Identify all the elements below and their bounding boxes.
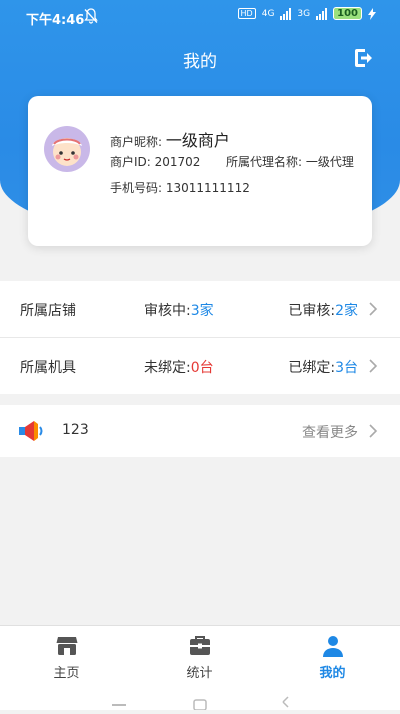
tab-stats[interactable]: 统计 bbox=[133, 626, 266, 686]
bottom-tab-bar: 主页 统计 我的 bbox=[0, 625, 400, 686]
network-4g-label: 4G bbox=[261, 8, 275, 19]
tab-me-label: 我的 bbox=[319, 666, 346, 681]
stores-pending-value: 3家 bbox=[190, 303, 214, 319]
nickname-label: 商户昵称: bbox=[110, 135, 163, 149]
nickname-value: 一级商户 bbox=[165, 131, 230, 150]
tab-me[interactable]: 我的 bbox=[266, 626, 399, 686]
see-more-link[interactable]: 查看更多 bbox=[302, 422, 358, 442]
signal-icon bbox=[280, 7, 292, 20]
bell-muted-icon bbox=[84, 8, 98, 24]
store-icon bbox=[56, 637, 77, 655]
back-nav-icon bbox=[282, 696, 289, 708]
machines-unbound-label: 未绑定: bbox=[144, 360, 191, 376]
signal-icon-2 bbox=[316, 7, 328, 20]
stores-approved-label: 已审核: bbox=[288, 303, 336, 319]
charging-icon bbox=[368, 7, 376, 20]
logout-icon[interactable] bbox=[352, 46, 376, 70]
menu-nav-icon bbox=[112, 704, 126, 706]
stats-section: 所属店铺 审核中:3家 已审核:2家 所属机具 未绑定:0台 已绑定:3台 bbox=[0, 281, 400, 394]
nav-buttons bbox=[112, 696, 289, 711]
briefcase-icon bbox=[189, 636, 210, 655]
title-bar: 我的 bbox=[0, 40, 400, 76]
machines-bound: 已绑定:3台 bbox=[288, 357, 358, 377]
status-time: 下午4:46 bbox=[26, 13, 85, 28]
profile-card: 商户昵称: 一级商户 商户ID: 201702 所属代理名称: 一级代理 手机号… bbox=[28, 96, 372, 246]
battery-indicator: 100 bbox=[333, 7, 362, 20]
user-icon bbox=[322, 636, 343, 657]
home-nav-icon bbox=[193, 699, 207, 711]
network-3g-label: 3G bbox=[297, 8, 311, 19]
machines-bound-value: 3台 bbox=[335, 360, 358, 376]
notice-text: 123 bbox=[62, 422, 89, 438]
speaker-icon bbox=[19, 421, 43, 441]
stores-label: 所属店铺 bbox=[20, 303, 76, 319]
tab-home-label: 主页 bbox=[53, 666, 80, 681]
stores-pending: 审核中:3家 bbox=[144, 300, 214, 320]
machines-bound-label: 已绑定: bbox=[288, 360, 336, 376]
machines-row[interactable]: 所属机具 未绑定:0台 已绑定:3台 bbox=[0, 338, 400, 394]
stores-pending-label: 审核中: bbox=[144, 303, 191, 319]
tab-stats-label: 统计 bbox=[186, 666, 213, 681]
stores-approved-value: 2家 bbox=[335, 303, 358, 319]
chevron-right-icon bbox=[369, 302, 378, 316]
machines-label: 所属机具 bbox=[20, 360, 76, 376]
chevron-right-icon bbox=[369, 359, 378, 373]
chevron-right-icon bbox=[369, 424, 378, 438]
status-bar: 下午4:46 HD 4G 3G 100 bbox=[0, 0, 400, 34]
tab-home[interactable]: 主页 bbox=[0, 626, 133, 686]
stores-row[interactable]: 所属店铺 审核中:3家 已审核:2家 bbox=[0, 281, 400, 338]
page-title: 我的 bbox=[183, 52, 217, 72]
stores-approved: 已审核:2家 bbox=[288, 300, 358, 320]
notice-section: 123 查看更多 bbox=[0, 405, 400, 457]
agent-name: 所属代理名称: 一级代理 bbox=[226, 155, 354, 169]
machines-unbound-value: 0台 bbox=[190, 360, 214, 376]
phone-number: 手机号码: 13011111112 bbox=[110, 181, 250, 195]
machines-unbound: 未绑定:0台 bbox=[144, 357, 214, 377]
hd-badge: HD bbox=[237, 8, 256, 19]
system-nav-bar bbox=[0, 686, 400, 711]
status-indicators: HD 4G 3G 100 bbox=[237, 7, 376, 20]
notice-row[interactable]: 123 查看更多 bbox=[0, 405, 400, 457]
avatar[interactable] bbox=[44, 126, 90, 172]
merchant-id: 商户ID: 201702 bbox=[110, 155, 201, 169]
nickname-row: 商户昵称: 一级商户 bbox=[110, 127, 230, 151]
